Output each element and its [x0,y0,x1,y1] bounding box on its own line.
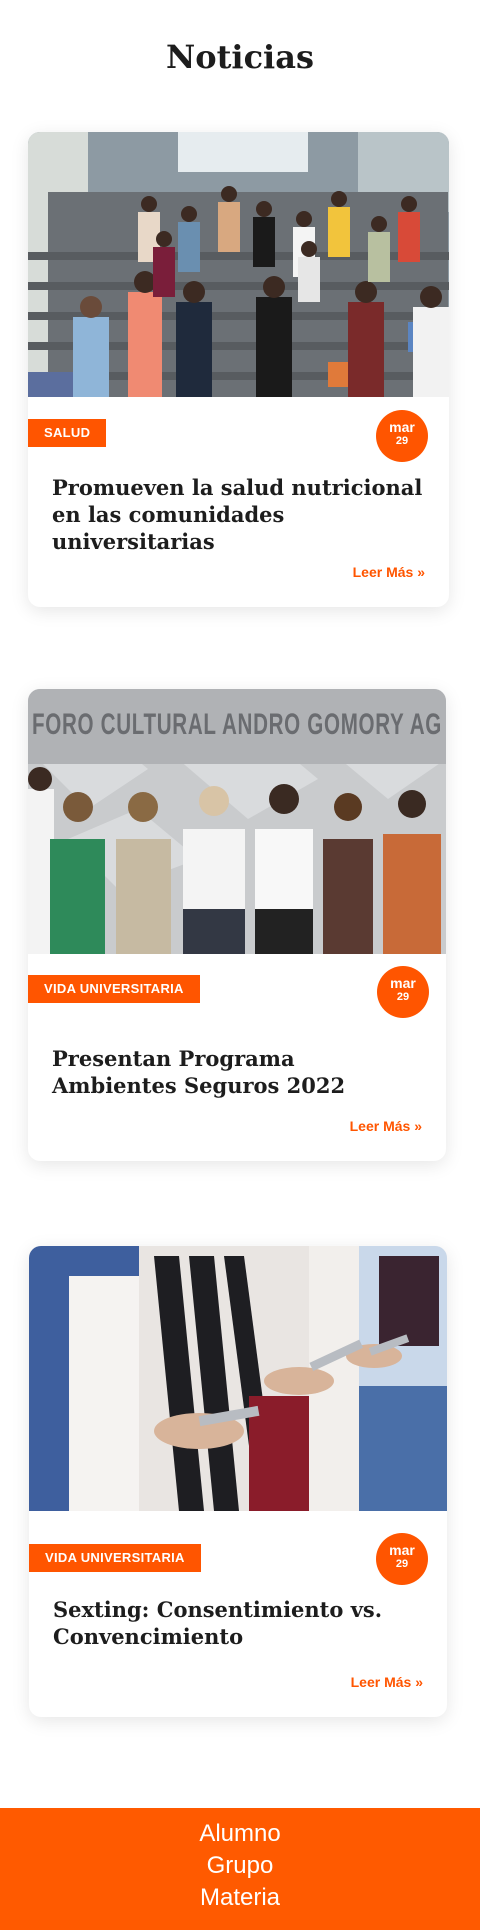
news-card[interactable]: VIDA UNIVERSITARIA mar 29 Sexting: Conse… [29,1246,447,1717]
date-day: 29 [395,435,409,447]
footer-nav: Alumno Grupo Materia [0,1808,480,1914]
news-image[interactable]: FORO CULTURAL ANDRO GOMORY AG [28,689,446,954]
news-card[interactable]: SALUD mar 29 Promueven la salud nutricio… [28,132,449,607]
date-day: 29 [395,1558,409,1570]
news-image[interactable] [29,1246,447,1511]
footer-link-alumno[interactable]: Alumno [0,1818,480,1850]
date-month: mar [389,419,415,435]
category-tag[interactable]: VIDA UNIVERSITARIA [29,1544,201,1572]
read-more-link[interactable]: Leer Más » [351,1674,423,1690]
news-title[interactable]: Promueven la salud nutricional en las co… [52,474,425,555]
news-image[interactable] [28,132,449,397]
image-sign-text: FORO CULTURAL ANDRO GOMORY AG [32,708,442,741]
date-month: mar [389,1542,415,1558]
news-title[interactable]: Presentan Programa Ambientes Seguros 202… [52,1045,422,1099]
footer: Alumno Grupo Materia [0,1808,480,1930]
footer-link-grupo[interactable]: Grupo [0,1850,480,1882]
read-more-link[interactable]: Leer Más » [353,564,425,580]
date-badge: mar 29 [376,410,428,462]
date-month: mar [390,975,416,991]
footer-link-materia[interactable]: Materia [0,1882,480,1914]
date-badge: mar 29 [377,966,429,1018]
news-title[interactable]: Sexting: Consentimiento vs. Convencimien… [53,1596,423,1650]
date-day: 29 [396,991,410,1003]
category-tag[interactable]: SALUD [28,419,107,447]
news-card[interactable]: FORO CULTURAL ANDRO GOMORY AG VIDA UNIVE… [28,689,446,1161]
category-tag[interactable]: VIDA UNIVERSITARIA [28,975,200,1003]
page-title: Noticias [166,38,314,76]
date-badge: mar 29 [376,1533,428,1585]
read-more-link[interactable]: Leer Más » [350,1118,422,1134]
